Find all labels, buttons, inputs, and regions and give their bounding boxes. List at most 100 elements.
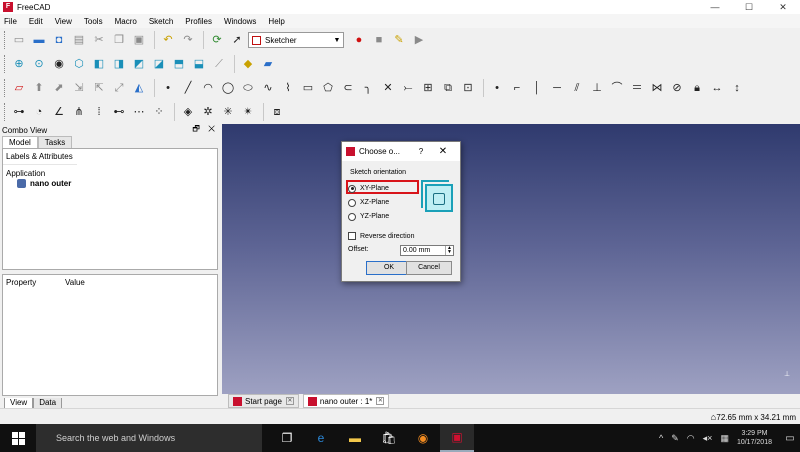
constrain-internal-alignment-icon[interactable]: ⁞ <box>90 103 108 121</box>
print-icon[interactable]: ▤ <box>70 31 88 49</box>
left-view-icon[interactable]: ⬓ <box>190 55 208 73</box>
constrain-equal-icon[interactable]: ＝ <box>628 79 646 97</box>
leave-sketch-icon[interactable]: ⬈ <box>50 79 68 97</box>
bspline-degree-icon[interactable]: ✲ <box>199 103 217 121</box>
constrain-vertical-distance-icon[interactable]: ↕ <box>728 79 746 97</box>
open-folder-icon[interactable]: ▬ <box>30 31 48 49</box>
conic-icon[interactable]: ⬭ <box>239 79 257 97</box>
maximize-button[interactable]: ☐ <box>732 0 766 14</box>
clock[interactable]: 3:29 PM 10/17/2018 <box>737 429 772 447</box>
new-sketch-icon[interactable]: ▱ <box>10 79 28 97</box>
measure-distance-icon[interactable]: ⟋ <box>210 55 228 73</box>
carbon-copy-icon[interactable]: ⧉ <box>439 79 457 97</box>
constrain-block-icon[interactable]: ⊘ <box>668 79 686 97</box>
save-icon[interactable]: ◘ <box>50 31 68 49</box>
radio-yz-plane[interactable]: YZ-Plane <box>348 210 389 223</box>
edit-sketch-icon[interactable]: ⬆ <box>30 79 48 97</box>
store-icon[interactable]: 🛍︎ <box>372 424 406 452</box>
map-sketch-icon[interactable]: ⇱ <box>90 79 108 97</box>
cancel-button[interactable]: Cancel <box>406 261 452 275</box>
constrain-horizontal-distance-icon[interactable]: ↔ <box>708 79 726 97</box>
tab-model[interactable]: Model <box>2 136 38 148</box>
keyboard-icon[interactable]: ▦ <box>720 433 729 444</box>
close-tab-icon[interactable]: ✕ <box>376 397 385 405</box>
group-folder-icon[interactable]: ▰ <box>259 55 277 73</box>
constrain-point-on-object-icon[interactable]: ⌐ <box>508 79 526 97</box>
rectangle-icon[interactable]: ▭ <box>299 79 317 97</box>
validate-sketch-icon[interactable]: ◭ <box>130 79 148 97</box>
bottom-view-icon[interactable]: ⬒ <box>170 55 188 73</box>
constrain-distance-icon[interactable]: ⊶ <box>10 103 28 121</box>
polygon-icon[interactable]: ⬠ <box>319 79 337 97</box>
refresh-icon[interactable]: ⟳ <box>208 31 226 49</box>
menu-profiles[interactable]: Profiles <box>185 17 212 26</box>
edge-icon[interactable]: e <box>304 424 338 452</box>
fit-all-icon[interactable]: ⊕ <box>10 55 28 73</box>
fit-selection-icon[interactable]: ⊙ <box>30 55 48 73</box>
copy-icon[interactable]: ❐ <box>110 31 128 49</box>
radio-xy-plane[interactable]: XY-Plane <box>348 182 389 195</box>
tree-item-document[interactable]: nano outer <box>3 178 217 188</box>
toggle-driving-icon[interactable]: ⊷ <box>110 103 128 121</box>
circle-icon[interactable]: ◯ <box>219 79 237 97</box>
constrain-snell-icon[interactable]: ⋔ <box>70 103 88 121</box>
3d-view[interactable]: ⊥ <box>222 124 800 394</box>
reverse-direction-checkbox[interactable]: Reverse direction <box>348 232 414 240</box>
part-icon[interactable]: ◆ <box>239 55 257 73</box>
help-button[interactable]: ? <box>414 147 428 156</box>
polyline-icon[interactable]: ⌇ <box>279 79 297 97</box>
dialog-close-button[interactable]: ✕ <box>434 146 452 157</box>
constrain-coincident-icon[interactable]: • <box>488 79 506 97</box>
select-constraints-icon[interactable]: ⋯ <box>130 103 148 121</box>
workbench-selector[interactable]: Sketcher ▼ <box>248 32 344 48</box>
spin-arrows-icon[interactable]: ▲ ▼ <box>445 246 453 255</box>
volume-icon[interactable]: ◂× <box>703 433 713 444</box>
taskbar-search[interactable]: Search the web and Windows <box>36 424 262 452</box>
reorient-sketch-icon[interactable]: ⤢ <box>110 79 128 97</box>
menu-view[interactable]: View <box>55 17 72 26</box>
external-geometry-icon[interactable]: ⊞ <box>419 79 437 97</box>
redo-icon[interactable]: ↷ <box>179 31 197 49</box>
pen-icon[interactable]: ✎ <box>671 433 679 444</box>
record-macro-icon[interactable]: ● <box>350 31 368 49</box>
right-view-icon[interactable]: ◩ <box>130 55 148 73</box>
menu-tools[interactable]: Tools <box>84 17 103 26</box>
show-hide-bspline-icon[interactable]: ◈ <box>179 103 197 121</box>
bspline-comb-icon[interactable]: ✴ <box>239 103 257 121</box>
menu-help[interactable]: Help <box>268 17 284 26</box>
close-window-button[interactable]: ✕ <box>766 0 800 14</box>
paste-icon[interactable]: ▣ <box>130 31 148 49</box>
constrain-parallel-icon[interactable]: ⫽ <box>568 79 586 97</box>
constrain-symmetric-icon[interactable]: ⋈ <box>648 79 666 97</box>
virtual-space-icon[interactable]: ⧈ <box>268 103 286 121</box>
stop-macro-icon[interactable]: ■ <box>370 31 388 49</box>
minimize-button[interactable]: — <box>698 0 732 14</box>
offset-input[interactable]: 0.00 mm ▲ ▼ <box>400 245 454 256</box>
radio-xz-plane[interactable]: XZ-Plane <box>348 196 389 209</box>
construction-mode-icon[interactable]: ⊡ <box>459 79 477 97</box>
undo-icon[interactable]: ↶ <box>159 31 177 49</box>
menu-sketch[interactable]: Sketch <box>149 17 173 26</box>
navigation-style-icon[interactable]: ⌂ <box>711 412 716 422</box>
chevron-up-icon[interactable]: ^ <box>659 433 663 443</box>
draw-style-icon[interactable]: ◉ <box>50 55 68 73</box>
view-sketch-icon[interactable]: ⇲ <box>70 79 88 97</box>
tab-nano-outer[interactable]: nano outer : 1* ✕ <box>302 394 390 408</box>
combo-view-controls[interactable]: 🗗 ✕ <box>192 123 218 137</box>
menu-file[interactable]: File <box>4 17 17 26</box>
new-document-icon[interactable]: ▭ <box>10 31 28 49</box>
menu-windows[interactable]: Windows <box>224 17 256 26</box>
tab-tasks[interactable]: Tasks <box>37 136 73 148</box>
tab-start-page[interactable]: Start page ✕ <box>228 394 299 408</box>
firefox-icon[interactable]: ◉ <box>406 424 440 452</box>
constrain-tangent-icon[interactable]: ⌒ <box>608 79 626 97</box>
constrain-lock-icon[interactable]: 🔒︎ <box>688 79 706 97</box>
file-explorer-icon[interactable]: ▬ <box>338 424 372 452</box>
extend-icon[interactable]: ⤚ <box>399 79 417 97</box>
fillet-icon[interactable]: ╮ <box>359 79 377 97</box>
constrain-perpendicular-icon[interactable]: ⊥ <box>588 79 606 97</box>
front-view-icon[interactable]: ◧ <box>90 55 108 73</box>
top-view-icon[interactable]: ◨ <box>110 55 128 73</box>
run-macro-icon[interactable]: ▶ <box>410 31 428 49</box>
bspline-polygon-icon[interactable]: ✳ <box>219 103 237 121</box>
